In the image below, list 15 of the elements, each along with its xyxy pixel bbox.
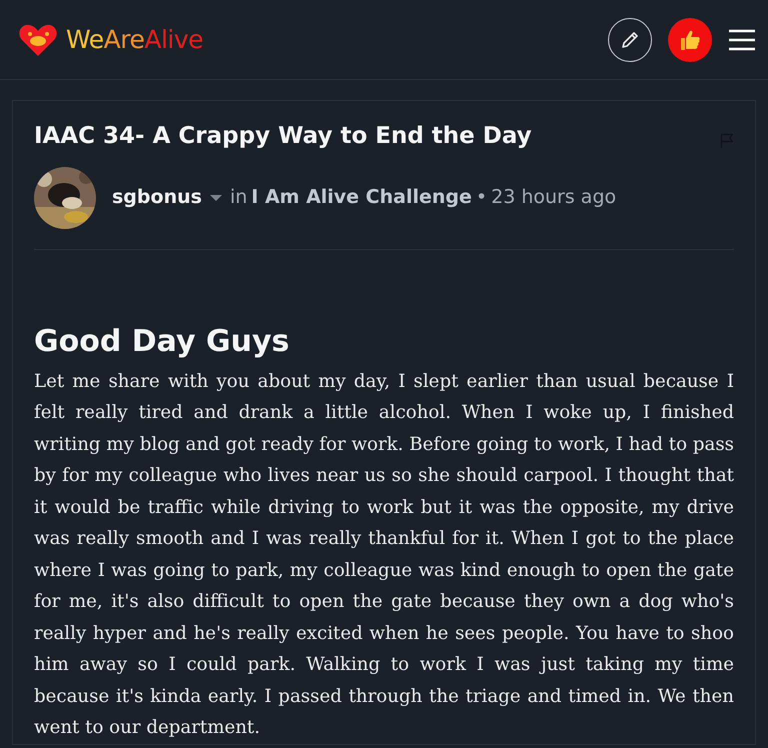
write-button[interactable] (608, 18, 652, 62)
caret-icon[interactable] (210, 194, 222, 202)
site-logo[interactable]: WeAreAlive (66, 20, 204, 58)
menu-icon (728, 28, 756, 50)
separator-dot: • (476, 185, 488, 210)
post-paragraph: Let me share with you about my day, I slept earlier than usual because I felt really tired and drank a little alcohol. When I woke up, I finished writing my blog and got ready for work. Before going to work, I had to pass by for my colleague who lives near us so she should carpool. I thought that it would be traffic while driving to work but it was the opposite, my drive was really smooth and I was really thankful for it. When I got to the place where I was going to park, my colleague was kind enough to open the gate for me, it's also difficult to open the gate because they own a dog who's really hyper and he's really excited when he sees people. You have to shoo him away so I could park. Walking to work I was just taking my time because it's kinda early. I passed through the triage and timed in. We then went to our department. (34, 370, 734, 740)
author-link[interactable]: sgbonus (112, 183, 202, 212)
post-heading: Good Day Guys (34, 324, 290, 360)
in-label: in (230, 185, 248, 210)
pencil-icon (620, 30, 640, 50)
thumbs-up-button[interactable] (668, 18, 712, 62)
heart-logo-icon (18, 22, 58, 56)
post-time: 23 hours ago (491, 185, 616, 210)
community-link[interactable]: I Am Alive Challenge (251, 183, 472, 212)
post-title: IAAC 34- A Crappy Way to End the Day (34, 123, 532, 151)
